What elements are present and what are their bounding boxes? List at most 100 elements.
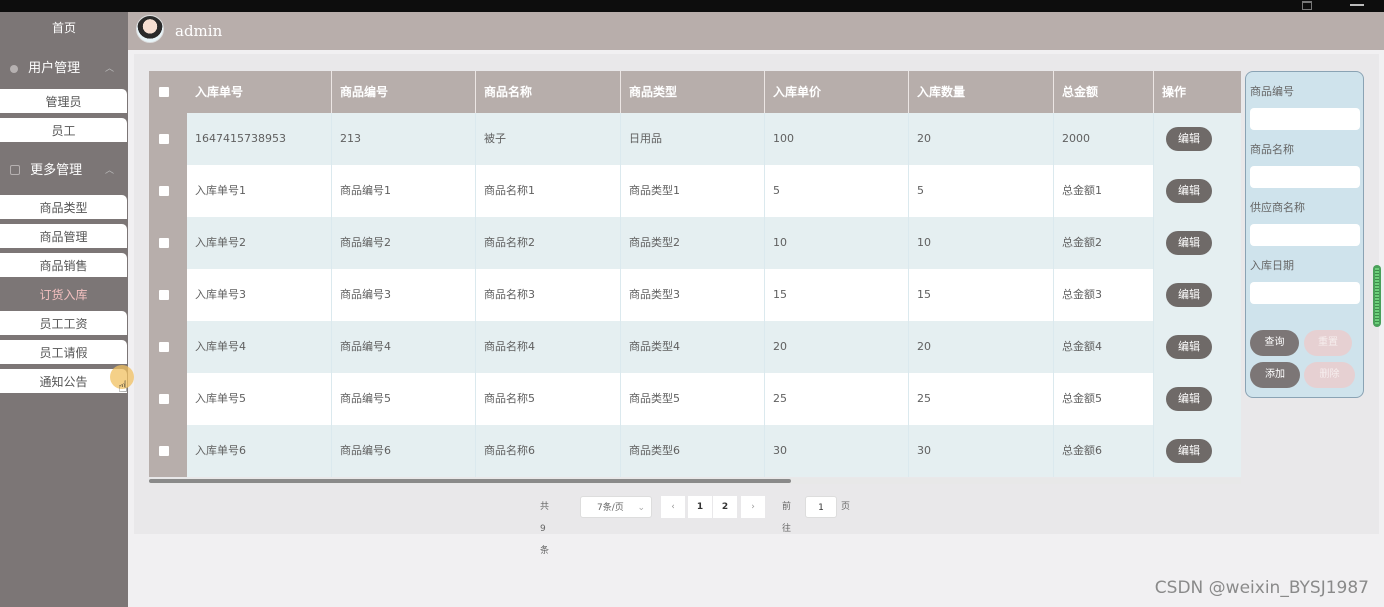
edit-button[interactable]: 编辑 [1166, 335, 1212, 359]
stock-in-date-input[interactable] [1250, 282, 1360, 304]
table-cell: 总金额4 [1054, 321, 1154, 373]
row-checkbox[interactable] [159, 290, 169, 300]
page-1-button[interactable]: 1 [688, 496, 712, 518]
box-icon [10, 165, 20, 175]
column-header: 操作 [1162, 85, 1187, 99]
sidebar-item-leave[interactable]: 员工请假 [0, 340, 127, 364]
table-cell: 总金额1 [1054, 165, 1154, 217]
table-cell: 20 [909, 113, 1054, 165]
query-button[interactable]: 查询 [1250, 330, 1299, 356]
sidebar-group-user-management[interactable]: 用户管理 ︿ [0, 54, 128, 84]
sidebar-item-stock-in[interactable]: 订货入库 [0, 282, 127, 306]
row-actions-cell: 编辑 [1154, 425, 1241, 477]
column-header[interactable]: 商品名称 [476, 71, 621, 113]
row-checkbox-cell [149, 269, 187, 321]
column-header[interactable]: 入库数量 [909, 71, 1054, 113]
table-cell: 入库单号4 [187, 321, 332, 373]
sidebar-item-product-sales[interactable]: 商品销售 [0, 253, 127, 277]
table-cell: 商品名称2 [476, 217, 621, 269]
sidebar-home[interactable]: 首页 [0, 12, 128, 44]
person-icon [10, 65, 18, 73]
column-header[interactable]: 总金额 [1054, 71, 1154, 113]
edit-button[interactable]: 编辑 [1166, 127, 1212, 151]
minimize-icon[interactable] [1350, 4, 1364, 6]
table-row: 入库单号5 商品编号5 商品名称5 商品类型5 25 25 总金额5 编辑 [149, 373, 1241, 425]
delete-button[interactable]: 删除 [1304, 362, 1355, 388]
row-checkbox-cell [149, 425, 187, 477]
column-header[interactable]: 入库单价 [765, 71, 909, 113]
row-checkbox[interactable] [159, 238, 169, 248]
chevron-up-icon: ︿ [104, 166, 114, 176]
table-cell: 入库单号3 [187, 269, 332, 321]
row-checkbox-cell [149, 113, 187, 165]
edit-button[interactable]: 编辑 [1166, 179, 1212, 203]
chevron-down-icon: ⌄ [637, 503, 645, 513]
sidebar-item-product-type[interactable]: 商品类型 [0, 195, 127, 219]
table-cell: 商品编号5 [332, 373, 476, 425]
prev-page-button[interactable]: ‹ [661, 496, 685, 518]
field-label-stock-in-date: 入库日期 [1250, 259, 1294, 272]
table-cell: 10 [765, 217, 909, 269]
edit-button[interactable]: 编辑 [1166, 439, 1212, 463]
sidebar-item-notice[interactable]: 通知公告 [0, 369, 127, 393]
row-actions-cell: 编辑 [1154, 321, 1241, 373]
table-cell: 20 [909, 321, 1054, 373]
sidebar-item-product-management[interactable]: 商品管理 [0, 224, 127, 248]
page-size-value: 7条/页 [597, 503, 624, 513]
row-actions-cell: 编辑 [1154, 113, 1241, 165]
goto-page-input[interactable]: 1 [805, 496, 837, 518]
horizontal-scrollbar-thumb[interactable] [149, 479, 791, 483]
vertical-scrollbar[interactable] [1373, 265, 1381, 327]
row-actions-cell: 编辑 [1154, 217, 1241, 269]
sidebar-group-more-management[interactable]: 更多管理 ︿ [0, 156, 128, 186]
page-2-button[interactable]: 2 [713, 496, 737, 518]
table-cell: 商品类型1 [621, 165, 765, 217]
table-cell: 入库单号2 [187, 217, 332, 269]
product-name-input[interactable] [1250, 166, 1360, 188]
supplier-name-input[interactable] [1250, 224, 1360, 246]
table-cell: 商品名称5 [476, 373, 621, 425]
sidebar-group-label: 用户管理 [28, 61, 81, 76]
table-cell: 商品编号3 [332, 269, 476, 321]
window-icon[interactable] [1302, 1, 1312, 10]
row-checkbox[interactable] [159, 342, 169, 352]
edit-button[interactable]: 编辑 [1166, 283, 1212, 307]
horizontal-scrollbar[interactable] [149, 478, 1241, 484]
table-cell: 商品类型5 [621, 373, 765, 425]
top-header: admin [128, 12, 1384, 50]
sidebar-item-salary[interactable]: 员工工资 [0, 311, 127, 335]
edit-button[interactable]: 编辑 [1166, 387, 1212, 411]
row-checkbox[interactable] [159, 394, 169, 404]
add-button[interactable]: 添加 [1250, 362, 1300, 388]
product-code-input[interactable] [1250, 108, 1360, 130]
select-all-checkbox[interactable] [159, 87, 169, 97]
row-checkbox[interactable] [159, 186, 169, 196]
next-page-button[interactable]: › [741, 496, 765, 518]
hand-cursor-icon: ☝ [118, 377, 128, 396]
column-header[interactable]: 商品编号 [332, 71, 476, 113]
table-cell: 213 [332, 113, 476, 165]
table-cell: 30 [765, 425, 909, 477]
reset-button[interactable]: 重置 [1304, 330, 1352, 356]
row-checkbox[interactable] [159, 446, 169, 456]
table-cell: 2000 [1054, 113, 1154, 165]
table-cell: 被子 [476, 113, 621, 165]
avatar[interactable] [136, 15, 164, 43]
table-cell: 5 [765, 165, 909, 217]
sidebar-group-label: 更多管理 [30, 163, 83, 178]
search-panel: 商品编号 商品名称 供应商名称 入库日期 查询 重置 添加 删除 [1245, 71, 1364, 398]
column-header[interactable]: 商品类型 [621, 71, 765, 113]
sidebar-item-staff[interactable]: 员工 [0, 118, 127, 142]
column-header[interactable]: 入库单号 [187, 71, 332, 113]
page-unit-label: 页 [841, 502, 851, 512]
table-cell: 15 [909, 269, 1054, 321]
row-checkbox[interactable] [159, 134, 169, 144]
watermark: CSDN @weixin_BYSJ1987 [1154, 578, 1369, 598]
table-cell: 商品编号4 [332, 321, 476, 373]
table-cell: 商品类型4 [621, 321, 765, 373]
edit-button[interactable]: 编辑 [1166, 231, 1212, 255]
table-cell: 5 [909, 165, 1054, 217]
page-size-select[interactable]: 7条/页 ⌄ [580, 496, 652, 518]
table-cell: 入库单号6 [187, 425, 332, 477]
sidebar-item-admin[interactable]: 管理员 [0, 89, 127, 113]
